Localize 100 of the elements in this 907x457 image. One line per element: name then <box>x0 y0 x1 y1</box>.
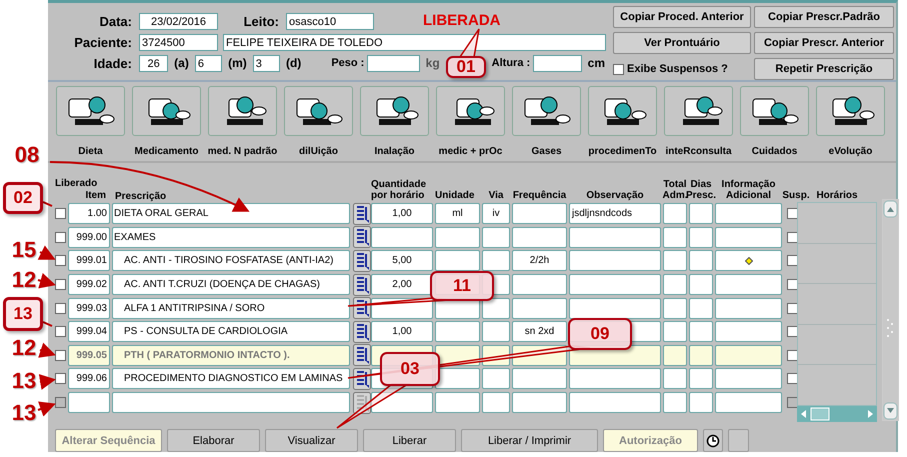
unit-cell <box>435 344 480 366</box>
toolbar-label[interactable]: eVolução <box>828 146 872 157</box>
suspended-checkbox[interactable] <box>786 208 798 220</box>
patient-id-field[interactable]: 3724500 <box>139 34 218 50</box>
list-icon[interactable] <box>352 320 370 343</box>
list-icon[interactable] <box>352 274 370 296</box>
column-header: Via <box>488 190 504 202</box>
column-header: Quantidade por horário <box>371 179 428 202</box>
days-cell <box>689 344 713 366</box>
released-checkbox[interactable] <box>55 279 66 290</box>
column-header: Informação Adicional <box>720 179 776 202</box>
toolbar-label[interactable]: med. N padrão <box>208 146 278 157</box>
list-icon[interactable] <box>352 202 370 225</box>
years-unit: (a) <box>173 56 190 70</box>
prescription-cell: PTH ( PARATORMONIO INTACTO ). <box>112 344 350 366</box>
frequency-cell <box>512 298 567 319</box>
suspended-checkbox[interactable] <box>786 302 798 314</box>
clock-button[interactable] <box>703 429 723 452</box>
days-field[interactable]: 3 <box>252 54 280 72</box>
action-button[interactable]: Copiar Prescr. Anterior <box>754 32 894 54</box>
callout-arrow <box>38 402 56 417</box>
vertical-scrollbar[interactable] <box>882 199 899 421</box>
frequency-cell: 2/2h <box>512 250 567 272</box>
action-button[interactable]: Liberar <box>363 429 456 452</box>
quantity-cell: 5,00 <box>371 250 433 272</box>
callout-arrow <box>38 374 56 390</box>
days-cell <box>689 298 713 319</box>
toolbar-label[interactable]: Gases <box>531 146 562 157</box>
route-cell <box>482 368 510 390</box>
frequency-cell <box>512 203 567 224</box>
toolbar-button[interactable] <box>284 86 353 136</box>
column-header: Dias Presc. <box>689 179 713 202</box>
released-checkbox[interactable] <box>55 232 66 243</box>
action-button[interactable]: Ver Prontuário <box>613 32 751 54</box>
suspended-checkbox[interactable] <box>786 255 798 266</box>
toolbar-button[interactable] <box>664 86 733 136</box>
suspended-checkbox[interactable] <box>786 232 798 243</box>
action-button[interactable]: Visualizar <box>265 429 358 452</box>
toolbar-label[interactable]: Cuidados <box>752 146 798 157</box>
suspended-checkbox[interactable] <box>786 373 798 384</box>
toolbar-button[interactable] <box>816 86 885 136</box>
toolbar-label[interactable]: dilUição <box>299 146 338 157</box>
months-field[interactable]: 6 <box>194 54 222 72</box>
action-button[interactable]: Liberar / Imprimir <box>461 429 598 452</box>
suspended-checkbox[interactable] <box>786 279 798 290</box>
released-checkbox[interactable] <box>55 373 66 384</box>
released-checkbox[interactable] <box>55 326 66 338</box>
toolbar-label[interactable]: medic + prOc <box>438 146 502 157</box>
toolbar-button[interactable] <box>56 86 125 136</box>
suspended-checkbox[interactable] <box>786 326 798 338</box>
toolbar-button[interactable] <box>740 86 809 136</box>
released-checkbox[interactable] <box>55 255 66 266</box>
released-checkbox[interactable] <box>55 208 66 220</box>
column-header: Frequência <box>512 190 567 202</box>
toolbar-button[interactable] <box>208 86 277 136</box>
toolbar-button[interactable] <box>436 86 505 136</box>
released-checkbox[interactable] <box>55 302 66 314</box>
action-button[interactable]: Copiar Prescr.Padrão <box>754 6 894 28</box>
total-cell <box>663 274 687 296</box>
toolbar-label[interactable]: Dieta <box>78 146 103 157</box>
toolbar-label[interactable]: Medicamento <box>134 146 198 157</box>
action-button[interactable]: Copiar Proced. Anterior <box>613 6 751 28</box>
callout-pointer <box>458 28 480 58</box>
toolbar-button[interactable] <box>588 86 657 136</box>
unit-cell: ml <box>435 203 480 224</box>
years-field[interactable]: 26 <box>139 54 168 72</box>
quantity-cell: 1,00 <box>371 203 433 224</box>
frequency-cell <box>512 344 567 366</box>
list-icon[interactable] <box>352 297 370 320</box>
toolbar-label[interactable]: procedimenTo <box>588 146 657 157</box>
list-icon[interactable] <box>352 250 370 272</box>
callout-label: 08 <box>14 143 40 167</box>
list-icon[interactable] <box>352 344 370 366</box>
show-suspended-checkbox[interactable]: Exibe Suspensos ? <box>613 58 751 80</box>
total-cell <box>663 392 687 414</box>
toolbar-label[interactable]: Inalação <box>374 146 415 157</box>
list-icon[interactable] <box>352 226 370 248</box>
horizontal-scrollbar[interactable] <box>797 406 877 422</box>
callout-arrow <box>38 273 56 288</box>
toolbar-button[interactable] <box>132 86 201 136</box>
toolbar-button[interactable] <box>512 86 581 136</box>
weight-field[interactable] <box>367 54 420 72</box>
prescription-cell: AC. ANTI T.CRUZI (DOENÇA DE CHAGAS) <box>112 274 350 296</box>
toolbar-label[interactable]: inteRconsulta <box>665 146 732 157</box>
action-button[interactable]: Repetir Prescrição <box>754 58 894 80</box>
released-checkbox[interactable] <box>55 350 66 361</box>
patient-name-field[interactable]: FELIPE TEIXEIRA DE TOLEDO <box>223 34 606 50</box>
height-field[interactable] <box>533 54 582 72</box>
frequency-cell <box>512 392 567 414</box>
toolbar-button[interactable] <box>360 86 429 136</box>
quantity-cell <box>371 226 433 248</box>
date-label: Data: <box>98 14 133 28</box>
route-cell <box>482 298 510 319</box>
total-cell <box>663 368 687 390</box>
unit-cell <box>435 321 480 342</box>
list-icon[interactable] <box>352 368 370 390</box>
bed-field[interactable]: osasco10 <box>286 12 374 30</box>
action-button[interactable]: Elaborar <box>167 429 260 452</box>
suspended-checkbox[interactable] <box>786 350 798 361</box>
date-field[interactable]: 23/02/2016 <box>139 12 218 30</box>
